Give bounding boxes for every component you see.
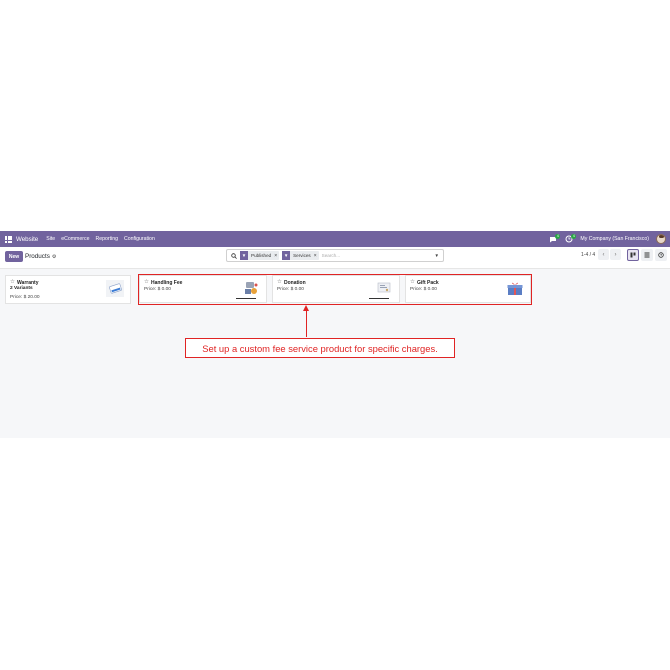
pager-previous-button[interactable]: ‹ [598, 249, 609, 260]
menu-item-ecommerce[interactable]: eCommerce [61, 236, 89, 242]
control-panel: New Products ⚙ ▼ Published × ▼ Services … [0, 247, 670, 269]
breadcrumb: Products ⚙ [25, 253, 56, 260]
chevron-right-icon: › [614, 251, 617, 258]
highlight-box [138, 274, 532, 305]
annotation-callout: Set up a custom fee service product for … [185, 338, 455, 358]
menu-item-reporting[interactable]: Reporting [95, 236, 118, 242]
main-menu: Site eCommerce Reporting Configuration [46, 236, 155, 242]
callout-arrow [306, 307, 307, 337]
new-button[interactable]: New [5, 251, 23, 262]
facet-label: Services [293, 253, 311, 258]
navbar-right: 4 4 My Company (San Francisco) [548, 231, 666, 247]
top-navbar: Website Site eCommerce Reporting Configu… [0, 231, 670, 247]
activity-view-button[interactable] [655, 249, 667, 261]
search-bar: ▼ Published × ▼ Services × Search... ▼ [226, 249, 444, 262]
apps-grid-icon[interactable] [5, 235, 12, 243]
facet-services: ▼ Services × [282, 251, 319, 260]
star-icon[interactable]: ☆ [10, 279, 15, 285]
activities-badge: 4 [571, 233, 577, 239]
list-view-button[interactable] [641, 249, 653, 261]
filter-icon: ▼ [240, 251, 248, 260]
product-name: Warranty [17, 279, 39, 286]
screenshot-area: Website Site eCommerce Reporting Configu… [0, 231, 670, 438]
page-title: Products [25, 253, 50, 260]
product-card-warranty[interactable]: ☆ Warranty 2 Variants Price: $ 20.00 [5, 275, 131, 304]
search-icon[interactable] [231, 252, 237, 259]
messages-badge: 4 [555, 233, 561, 239]
menu-item-site[interactable]: Site [46, 236, 55, 242]
remove-facet-icon[interactable]: × [314, 253, 319, 259]
search-input[interactable]: Search... [322, 253, 432, 258]
filter-icon: ▼ [282, 251, 291, 260]
pager-value[interactable]: 1-4 / 4 [581, 252, 595, 258]
gear-icon[interactable]: ⚙ [52, 254, 56, 260]
product-variants: 2 Variants [10, 286, 33, 291]
remove-facet-icon[interactable]: × [274, 253, 279, 259]
facet-published: ▼ Published × [240, 251, 280, 260]
list-icon [644, 252, 650, 258]
messages-button[interactable]: 4 [548, 233, 561, 244]
user-avatar[interactable] [656, 234, 666, 244]
company-switcher[interactable]: My Company (San Francisco) [580, 236, 649, 242]
app-brand[interactable]: Website [16, 236, 38, 243]
clock-icon [658, 252, 664, 258]
chevron-left-icon: ‹ [602, 251, 605, 258]
product-price: Price: $ 20.00 [10, 295, 40, 300]
pager-next-button[interactable]: › [610, 249, 621, 260]
warranty-card-icon [106, 280, 124, 297]
activities-button[interactable]: 4 [564, 233, 577, 244]
menu-item-configuration[interactable]: Configuration [124, 236, 155, 242]
kanban-icon [630, 252, 636, 258]
kanban-view-button[interactable] [627, 249, 639, 261]
search-options-icon[interactable]: ▼ [435, 253, 439, 258]
facet-label: Published [251, 253, 272, 258]
